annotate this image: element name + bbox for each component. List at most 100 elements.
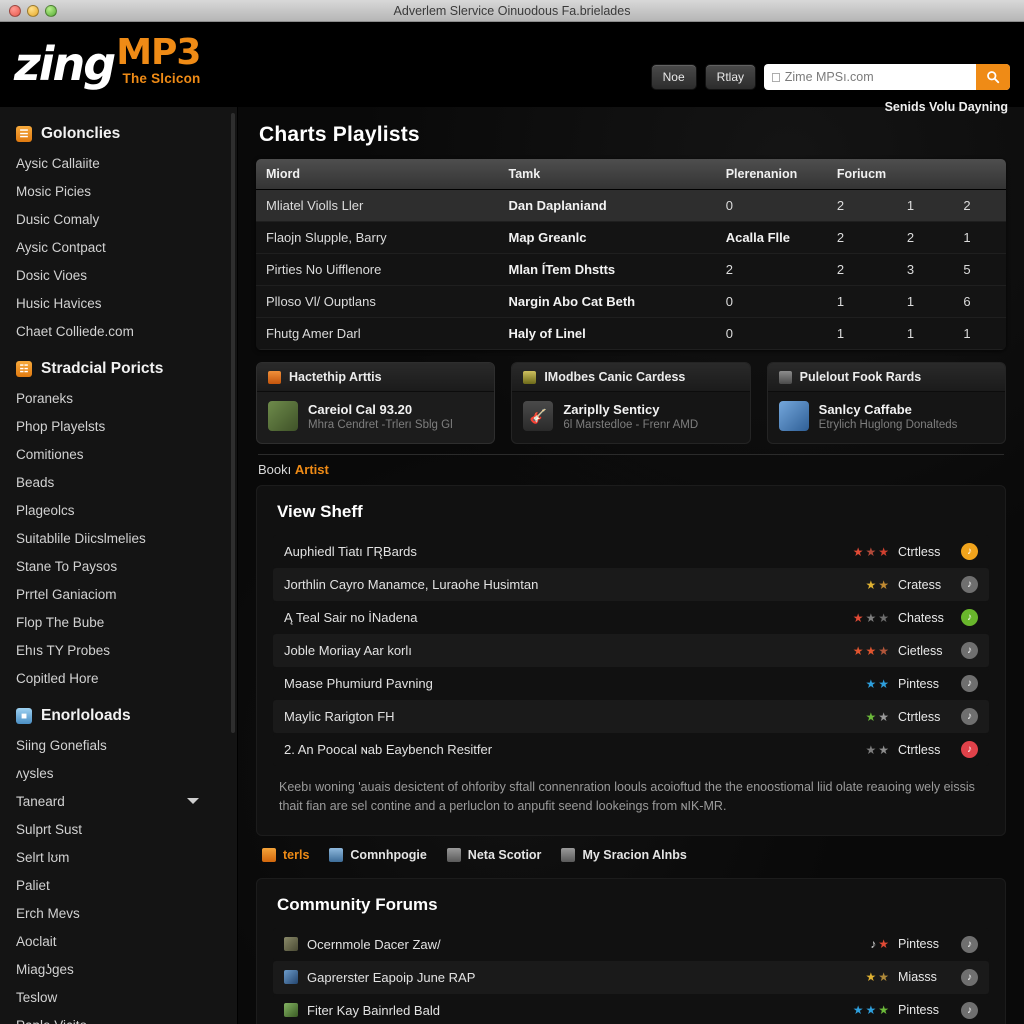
sidebar-item-label: Stane To Paysos: [16, 558, 118, 574]
tab-my-sracion-alnbs[interactable]: My Sracion Alnbs: [561, 847, 687, 862]
sidebar-item-0-5[interactable]: Husic Havices: [0, 289, 237, 317]
status-badge[interactable]: ♪: [961, 1001, 978, 1019]
list-item[interactable]: Auphiedl Tiatı ΓR̨Bards ★ ★ ★ Ctrtless ♪: [273, 535, 989, 568]
sidebar-item-1-2[interactable]: Comitiones: [0, 440, 237, 468]
list-item[interactable]: Maylic Rarigton FH ★ ★ Ctrtless ♪: [273, 700, 989, 733]
sidebar-item-2-7[interactable]: Aoclait: [0, 927, 237, 955]
site-header: zing MP3 The Slcicon Noe Rtlay : [0, 22, 1024, 114]
sidebar-item-0-2[interactable]: Dusic Comaly: [0, 205, 237, 233]
list-item[interactable]: 2. An Poocal ɴab Eaybench Resitfer ★ ★ Ct…: [273, 733, 989, 766]
sidebar-item-0-6[interactable]: Chaet Colliede.com: [0, 317, 237, 345]
col-miord[interactable]: Miord: [256, 159, 499, 190]
community-forums-panel: Community Forums Ocernmole Dacer Zaw/ ♪ ★…: [256, 877, 1006, 1024]
tab-terls[interactable]: terls: [262, 847, 309, 862]
cell-miord: Flaojn Slupple, Barry: [266, 230, 387, 245]
sidebar-item-0-1[interactable]: Mosic Picies: [0, 177, 237, 205]
sidebar-item-label: Aysic Contpact: [16, 239, 106, 255]
status-badge[interactable]: ♪: [961, 708, 978, 725]
rating-stars: ★ ★: [865, 742, 889, 757]
sidebar-item-2-4[interactable]: Selrt lʊm: [0, 843, 237, 871]
sidebar-item-1-10[interactable]: Copitled Hore: [0, 664, 237, 692]
rtlay-button[interactable]: Rtlay: [704, 64, 756, 90]
sidebar-scrollbar[interactable]: [231, 113, 235, 733]
sidebar-item-1-5[interactable]: Suitablile Diicslmelies: [0, 524, 237, 552]
sidebar-item-1-6[interactable]: Stane To Paysos: [0, 552, 237, 580]
shelf-note: Keebı woning 'auais desictent of ohforib…: [279, 780, 975, 814]
sidebar-item-1-3[interactable]: Beads: [0, 468, 237, 496]
status-badge[interactable]: ♪: [961, 543, 978, 560]
cell-miord: Fhutɡ Amer Darl: [266, 326, 361, 341]
search-button[interactable]: [976, 64, 1010, 90]
table-row[interactable]: Plloso Vl/ Ouptlans Nargin Abo Cat Beth …: [256, 286, 1006, 318]
tab-comnhpogie[interactable]: Comnhpogie: [329, 847, 427, 862]
col-blank-2[interactable]: [953, 159, 1006, 190]
forum-row-tag: Pintess: [898, 1003, 939, 1018]
col-foriucm[interactable]: Foriucm: [826, 159, 897, 190]
sidebar-item-1-1[interactable]: Phop Playelsts: [0, 412, 237, 440]
sidebar-item-0-4[interactable]: Dosic Vioes: [0, 261, 237, 289]
sidebar-item-2-6[interactable]: Erch Mevs: [0, 899, 237, 927]
sidebar-item-2-0[interactable]: Siing Gonefials: [0, 731, 237, 759]
sidebar-item-2-2[interactable]: Taneard: [0, 787, 237, 815]
sidebar-item-1-8[interactable]: Flop The Bube: [0, 608, 237, 636]
status-badge[interactable]: ♪: [961, 741, 978, 758]
sidebar-item-2-1[interactable]: ʌysles: [0, 759, 237, 787]
window-titlebar: Adverlem Slervice Oinuodous Fa.brielades: [0, 0, 1024, 22]
cell-tamk: Mlan ÍTem Dhstts: [508, 262, 616, 277]
logo-mp3-text: MP3: [116, 32, 201, 73]
sidebar-item-2-5[interactable]: Paliet: [0, 871, 237, 899]
sidebar-item-2-3[interactable]: Sulprt Sust: [0, 815, 237, 843]
cell-n2: 1: [906, 326, 915, 341]
status-badge[interactable]: ♪: [961, 675, 978, 692]
sidebar-item-1-0[interactable]: Poraneks: [0, 384, 237, 412]
list-item[interactable]: Gaprerster Eapoip June RAP ★ ★ Miasss ♪: [273, 960, 989, 994]
list-item[interactable]: Ocernmole Dacer Zaw/ ♪ ★ Pintess ♪: [273, 927, 989, 961]
logo-wordmark: zing: [14, 37, 116, 92]
sidebar-heading-label: Enorloloads: [41, 707, 131, 724]
sidebar-item-1-9[interactable]: Ehıs TY Probes: [0, 636, 237, 664]
status-badge[interactable]: ♪: [961, 968, 978, 986]
tab-label: My Sracion Alnbs: [582, 847, 687, 862]
list-item[interactable]: Jorthlin Cayro Manamce, Luraohe Husimtan…: [273, 568, 989, 601]
col-tamk[interactable]: Tamk: [498, 159, 716, 190]
tab-neta-scotior[interactable]: Neta Scotior: [446, 847, 541, 862]
list-item[interactable]: Fiter Kay Bainrled Bald ★ ★ ★ Pintess ♪: [273, 993, 989, 1024]
status-badge[interactable]: ♪: [961, 609, 978, 626]
sidebar-item-0-3[interactable]: Aysic Contpact: [0, 233, 237, 261]
cell-n2: 2: [906, 230, 915, 245]
card-heading-label: IModbes Canic Cardess: [544, 370, 686, 384]
status-badge[interactable]: ♪: [961, 935, 978, 953]
card-pulelout-fook-rards[interactable]: Pulelout Fook Rards Sanlcy Caffabe Etryl…: [766, 362, 1006, 444]
cell-miord: Mliatel Violls Ller: [266, 198, 364, 213]
table-row[interactable]: Flaojn Slupple, Barry Map Greanlᴄ Acalla…: [256, 222, 1006, 254]
tab-label: Comnhpogie: [350, 847, 427, 862]
table-row[interactable]: Pirties No Uifflenore Mlan ÍTem Dhstts 2…: [256, 253, 1006, 286]
status-badge[interactable]: ♪: [961, 576, 978, 593]
table-row[interactable]: Mliatel Violls Ller Dan Daplaniand 0 2 1…: [256, 189, 1006, 222]
search-box[interactable]: : [764, 64, 1010, 90]
cell-n3: 5: [963, 262, 971, 277]
search-input[interactable]: [784, 70, 976, 84]
list-item[interactable]: Joble Moriiay Aar korlı ★ ★ ★ Cietless ♪: [273, 634, 989, 667]
table-row[interactable]: Fhutɡ Amer Darl Haly of Linel 0 1 1 1: [256, 317, 1006, 350]
sidebar-item-label: Sulprt Sust: [16, 821, 83, 837]
card-hactethip-arttis[interactable]: Hactethip Arttis Careiol Cal 93.20 Mhra …: [256, 362, 496, 444]
status-badge[interactable]: ♪: [961, 642, 978, 659]
list-item[interactable]: Məase Phumiurd Pavning ★ ★ Pintess ♪: [273, 667, 989, 700]
sidebar-item-0-0[interactable]: Aysic Callaiite: [0, 149, 237, 177]
sidebar-item-2-8[interactable]: Miagʖges: [0, 955, 237, 983]
chevron-down-icon[interactable]: [187, 798, 199, 804]
sidebar-item-1-7[interactable]: Prrtel Ganiaciom: [0, 580, 237, 608]
noe-button[interactable]: Noe: [650, 64, 697, 90]
breadcrumb-value[interactable]: Artist: [295, 462, 329, 477]
sidebar-item-2-10[interactable]: Paple Vicito: [0, 1011, 237, 1024]
card-title: Careiol Cal 93.20: [308, 401, 413, 417]
list-item[interactable]: Ą Teal Sair no İNadena ★ ★ ★ Chatess ♪: [273, 601, 989, 634]
sidebar-item-1-4[interactable]: Plageolcs: [0, 496, 237, 524]
site-logo[interactable]: zing MP3 The Slcicon: [0, 22, 201, 92]
card-imodbes-canic-cardess[interactable]: IModbes Canic Cardess 🎸 Zariplly Senticy…: [511, 362, 751, 444]
sidebar-item-2-9[interactable]: Teslow: [0, 983, 237, 1011]
col-plerenanion[interactable]: Plerenanion: [715, 159, 827, 190]
col-blank-1[interactable]: [896, 159, 954, 190]
